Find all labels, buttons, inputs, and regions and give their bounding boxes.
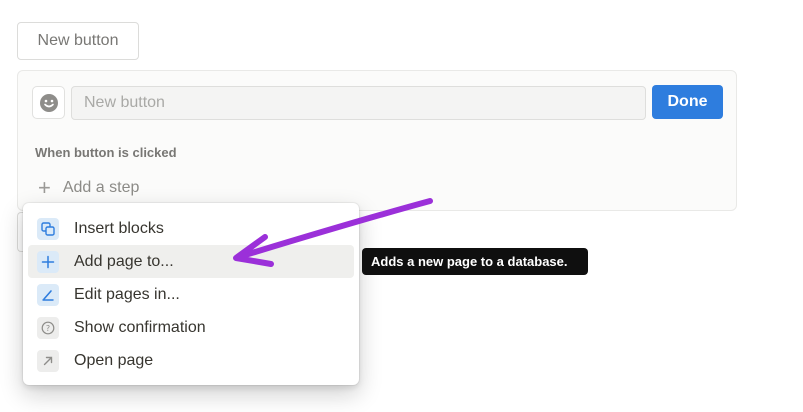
menu-item-add-page-to[interactable]: Add page to... xyxy=(28,245,354,278)
plus-icon xyxy=(37,250,59,273)
button-config-panel: Done When button is clicked + Add a step xyxy=(17,70,737,211)
menu-item-label: Insert blocks xyxy=(74,219,164,237)
menu-item-tooltip: Adds a new page to a database. xyxy=(362,248,588,275)
done-button[interactable]: Done xyxy=(652,85,723,119)
edit-pages-icon xyxy=(37,283,59,306)
trigger-section-label: When button is clicked xyxy=(35,145,177,160)
new-button-preview[interactable]: New button xyxy=(17,22,139,60)
menu-item-label: Edit pages in... xyxy=(74,285,180,303)
menu-item-label: Open page xyxy=(74,351,154,369)
menu-item-open-page[interactable]: Open page xyxy=(28,344,354,377)
svg-text:?: ? xyxy=(46,324,50,333)
add-step-button[interactable]: + Add a step xyxy=(38,175,139,201)
open-page-arrow-icon xyxy=(37,349,59,372)
menu-item-label: Show confirmation xyxy=(74,318,206,336)
insert-blocks-icon xyxy=(37,217,59,240)
question-circle-icon: ? xyxy=(37,316,59,339)
step-type-menu: Insert blocks Add page to... Edit pages … xyxy=(23,203,359,385)
menu-item-insert-blocks[interactable]: Insert blocks xyxy=(28,212,354,245)
menu-item-show-confirmation[interactable]: ? Show confirmation xyxy=(28,311,354,344)
menu-item-edit-pages-in[interactable]: Edit pages in... xyxy=(28,278,354,311)
add-step-label: Add a step xyxy=(62,179,140,196)
plus-icon: + xyxy=(38,175,51,200)
emoji-picker-button[interactable] xyxy=(32,86,65,119)
smiley-icon xyxy=(39,93,58,112)
button-name-input[interactable] xyxy=(71,86,646,120)
menu-item-label: Add page to... xyxy=(74,252,174,270)
page: New button Done When button is clicked +… xyxy=(0,0,803,412)
